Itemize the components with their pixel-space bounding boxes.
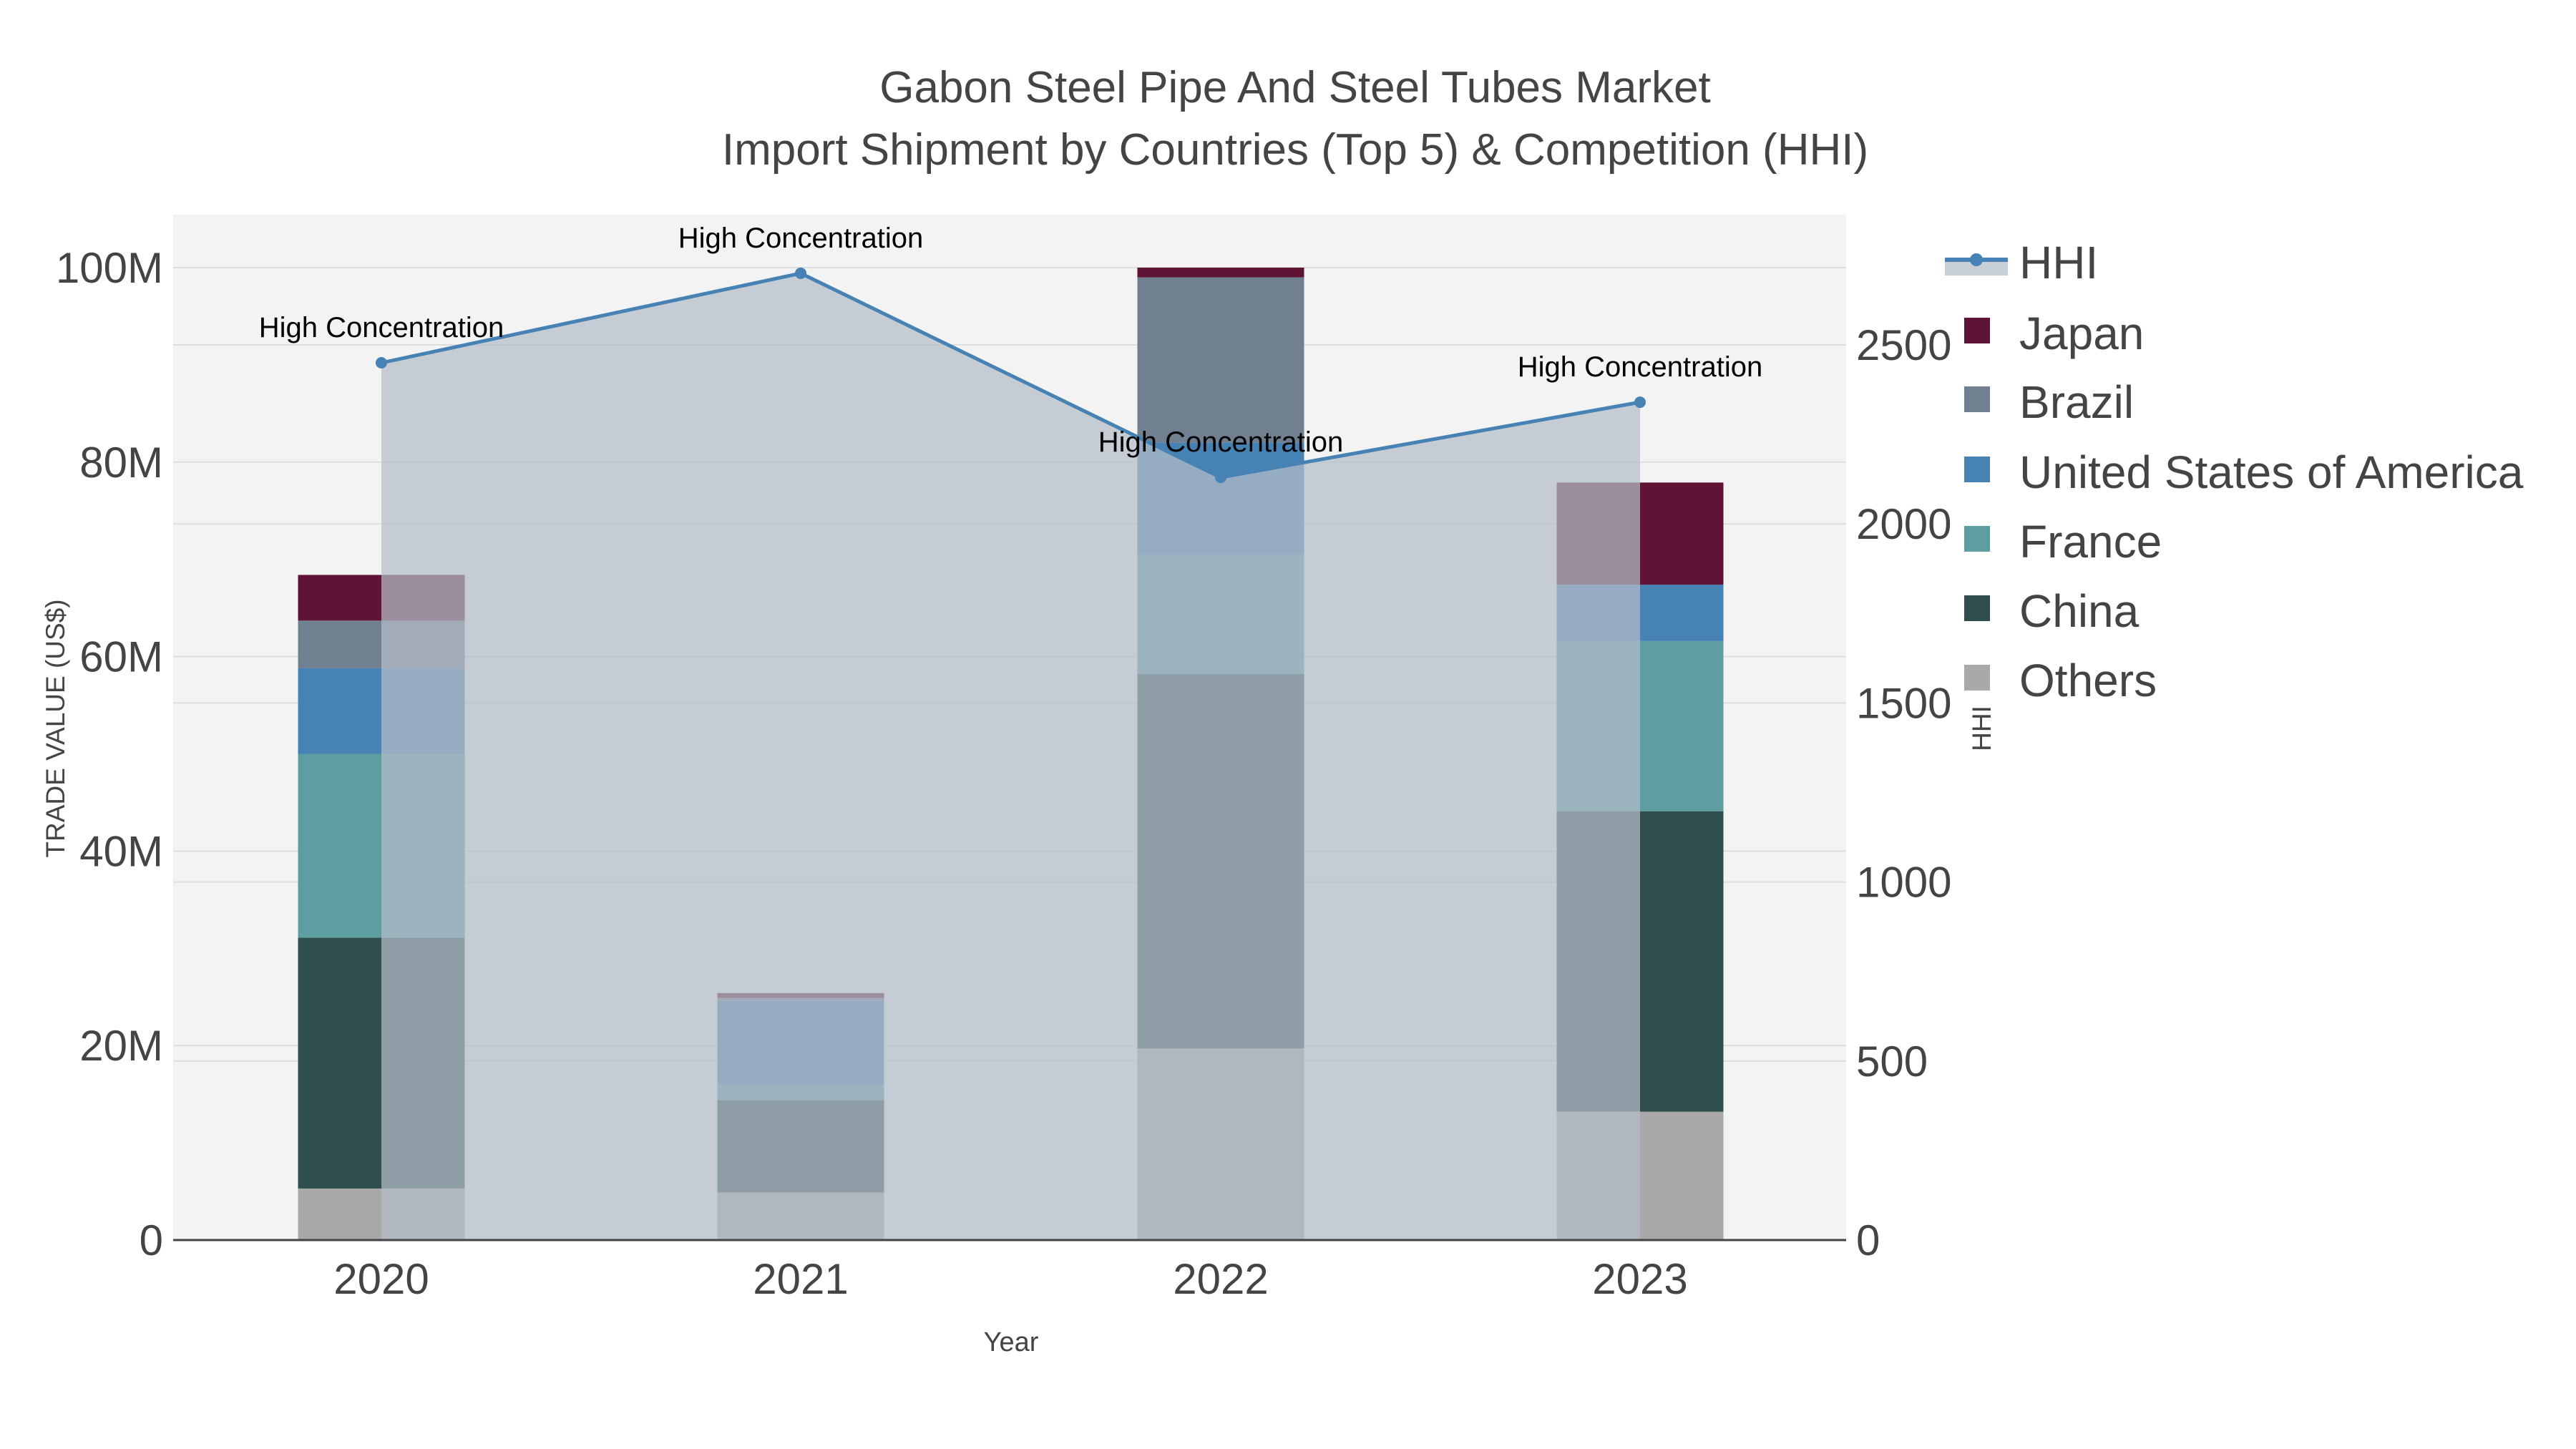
x-tick-label: 2023	[1592, 1255, 1687, 1303]
y-tick-label: 20M	[79, 1022, 163, 1070]
legend-swatch	[1964, 386, 1990, 412]
legend-label: Brazil	[2019, 376, 2134, 428]
hhi-annotation: High Concentration	[1518, 351, 1762, 383]
y2-tick-label: 1000	[1856, 859, 1951, 907]
chart: High Concentration High Concentration High…	[41, 63, 2524, 1357]
legend-swatch	[1964, 526, 1990, 552]
legend-label: China	[2019, 585, 2140, 637]
y-tick-label: 0	[140, 1216, 163, 1264]
x-tick-label: 2021	[753, 1255, 848, 1303]
bar-japan	[1137, 268, 1304, 278]
y-axis-ticks: 0 20M 40M 60M 80M 100M	[56, 244, 163, 1264]
x-tick-label: 2020	[333, 1255, 429, 1303]
y-axis-title: TRADE VALUE (US$)	[41, 599, 70, 857]
hhi-annotation: High Concentration	[259, 312, 504, 343]
hhi-series: High Concentration High Concentration High…	[259, 223, 1762, 1240]
y2-tick-label: 500	[1856, 1038, 1928, 1085]
legend-label: Others	[2019, 655, 2157, 706]
legend-swatch	[1964, 665, 1990, 691]
legend-label: HHI	[2019, 237, 2098, 288]
hhi-point	[1634, 396, 1646, 409]
y2-axis-title: HHI	[1967, 706, 1996, 751]
y2-tick-label: 1500	[1856, 679, 1951, 727]
hhi-point	[1215, 472, 1226, 484]
legend-swatch	[1964, 457, 1990, 482]
chart-title-line1: Gabon Steel Pipe And Steel Tubes Market	[879, 63, 1711, 112]
chart-title-line2: Import Shipment by Countries (Top 5) & C…	[722, 125, 1868, 175]
hhi-annotation: High Concentration	[678, 223, 923, 254]
legend-label: Japan	[2019, 308, 2144, 359]
y-tick-label: 60M	[79, 633, 163, 681]
legend-hhi-marker	[1970, 253, 1983, 266]
y2-axis-ticks: 0 500 1000 1500 2000 2500	[1856, 321, 1951, 1264]
x-tick-label: 2022	[1173, 1255, 1268, 1303]
x-axis-title: Year	[984, 1327, 1039, 1357]
x-axis-ticks: 2020 2021 2022 2023	[333, 1255, 1687, 1303]
legend-label: United States of America	[2019, 447, 2524, 498]
y2-tick-label: 2000	[1856, 500, 1951, 548]
hhi-annotation: High Concentration	[1098, 426, 1343, 458]
y-tick-label: 40M	[79, 827, 163, 875]
legend-swatch	[1964, 318, 1990, 343]
hhi-point	[376, 357, 387, 369]
legend: HHI Japan Brazil United States of America Fr…	[1945, 237, 2524, 706]
bar-brazil	[1137, 277, 1304, 443]
hhi-point	[795, 267, 806, 279]
y-tick-label: 100M	[56, 244, 163, 292]
y-tick-label: 80M	[79, 439, 163, 487]
legend-swatch	[1964, 595, 1990, 621]
y2-tick-label: 0	[1856, 1216, 1880, 1264]
y2-tick-label: 2500	[1856, 321, 1951, 369]
legend-label: France	[2019, 516, 2162, 567]
